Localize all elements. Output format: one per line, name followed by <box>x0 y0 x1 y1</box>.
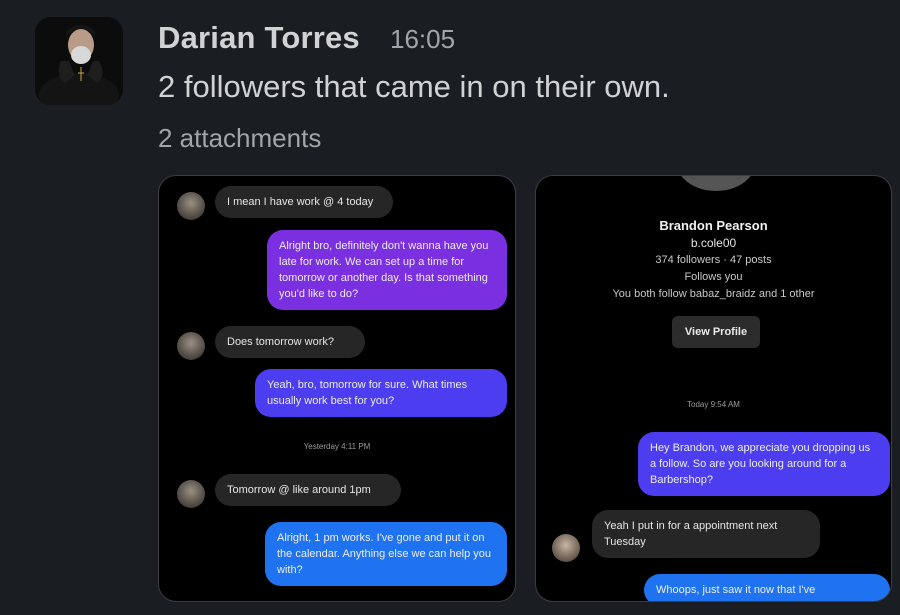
profile-follows-you: Follows you <box>684 271 743 283</box>
chat-bubble-outgoing: Hey Brandon, we appreciate you dropping … <box>638 432 890 496</box>
chat-bubble-incoming: Does tomorrow work? <box>215 326 365 358</box>
chat-timestamp: Today 9:54 AM <box>687 400 740 409</box>
contact-avatar <box>177 192 205 220</box>
profile-mutual-follows: You both follow babaz_braidz and 1 other <box>612 288 815 300</box>
attachment-image-2[interactable]: Brandon Pearson b.cole00 374 followers ·… <box>535 175 892 602</box>
contact-avatar <box>177 480 205 508</box>
chat-bubble-outgoing: Yeah, bro, tomorrow for sure. What times… <box>255 369 507 417</box>
chat-bubble-incoming: I mean I have work @ 4 today <box>215 186 393 218</box>
profile-name: Brandon Pearson <box>659 218 768 233</box>
chat-timestamp: Yesterday 4:11 PM <box>303 442 371 451</box>
view-profile-button: View Profile <box>672 316 760 348</box>
chat-bubble-outgoing: Whoops, just saw it now that I've <box>644 574 890 601</box>
attachment-image-1[interactable]: I mean I have work @ 4 today Alright bro… <box>158 175 516 602</box>
author-avatar[interactable] <box>35 17 123 105</box>
contact-avatar <box>552 534 580 562</box>
chat-bubble-incoming: Tomorrow @ like around 1pm <box>215 474 401 506</box>
message-text: 2 followers that came in on their own. <box>158 69 670 104</box>
message-timestamp[interactable]: 16:05 <box>390 24 455 55</box>
chat-bubble-incoming: Yeah I put in for a appointment next Tue… <box>592 510 820 558</box>
chat-bubble-outgoing: Alright, 1 pm works. I've gone and put i… <box>265 522 507 586</box>
contact-avatar <box>177 332 205 360</box>
author-name[interactable]: Darian Torres <box>158 20 360 56</box>
profile-picture <box>676 176 756 191</box>
attachments-label[interactable]: 2 attachments <box>158 123 321 154</box>
chat-bubble-outgoing: Alright bro, definitely don't wanna have… <box>267 230 507 310</box>
profile-username: b.cole00 <box>690 236 737 250</box>
avatar-image <box>35 17 123 105</box>
profile-stats: 374 followers · 47 posts <box>655 254 772 266</box>
